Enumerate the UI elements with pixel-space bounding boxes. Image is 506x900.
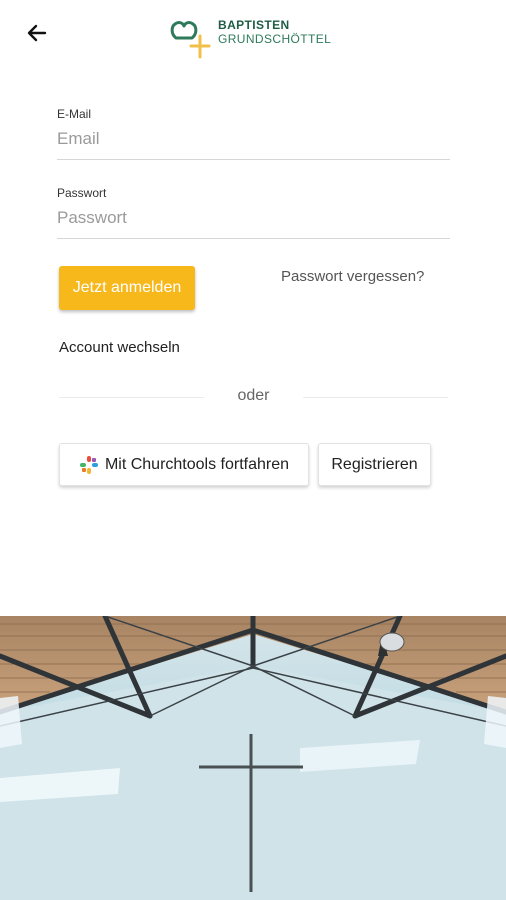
churchtools-button[interactable]: Mit Churchtools fortfahren <box>59 443 309 486</box>
password-field-group: Passwort <box>57 186 450 239</box>
register-button[interactable]: Registrieren <box>318 443 431 486</box>
divider-line-right <box>303 397 448 398</box>
forgot-password-link[interactable]: Passwort vergessen? <box>281 268 424 285</box>
register-button-label: Registrieren <box>331 455 418 473</box>
divider-text: oder <box>237 387 270 404</box>
back-button[interactable] <box>22 20 52 50</box>
password-label: Passwort <box>57 186 107 200</box>
email-label: E-Mail <box>57 107 92 121</box>
logo-line1: BAPTISTEN <box>218 18 290 32</box>
or-divider: oder <box>59 385 448 409</box>
logo-line2: GRUNDSCHÖTTEL <box>218 32 332 46</box>
church-hall-photo <box>0 616 506 900</box>
churchtools-button-label: Mit Churchtools fortfahren <box>104 455 290 473</box>
login-button[interactable]: Jetzt anmelden <box>59 266 195 310</box>
switch-account-link[interactable]: Account wechseln <box>59 339 180 356</box>
email-field-group: E-Mail <box>57 107 450 160</box>
email-input[interactable] <box>57 123 450 160</box>
churchtools-icon <box>79 455 99 475</box>
church-logo: BAPTISTEN GRUNDSCHÖTTEL <box>170 16 331 60</box>
logo-mark-icon <box>170 16 212 65</box>
password-input[interactable] <box>57 202 450 239</box>
arrow-left-icon <box>25 21 49 50</box>
